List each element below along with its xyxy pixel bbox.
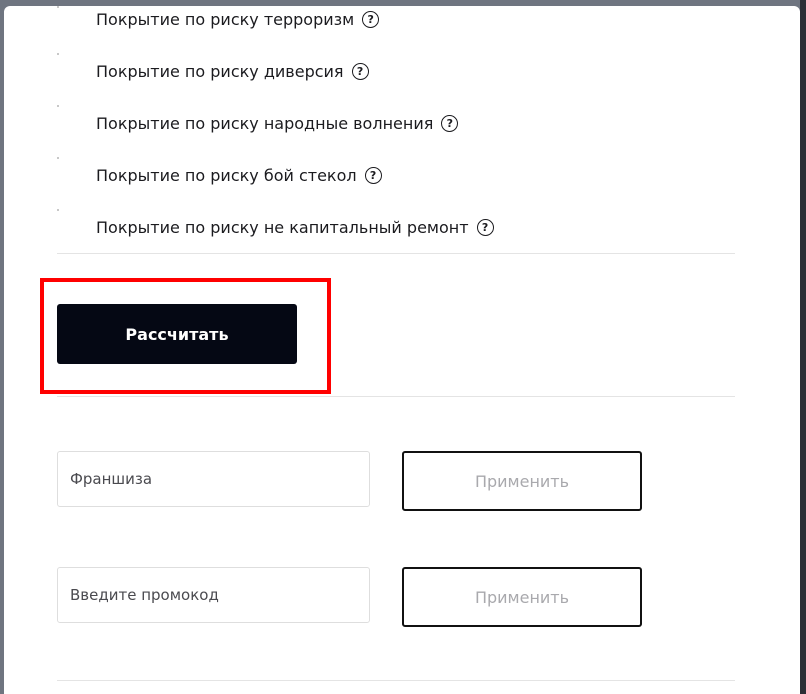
scrollbar[interactable] — [800, 0, 806, 694]
checkbox-marker[interactable] — [57, 209, 59, 211]
option-glass-breakage: Покрытие по риску бой стекол ? — [96, 163, 382, 187]
divider — [57, 396, 735, 397]
checkbox-marker[interactable] — [57, 157, 59, 159]
divider — [57, 680, 735, 681]
checkbox-marker[interactable] — [57, 53, 59, 55]
option-non-capital-repair: Покрытие по риску не капитальный ремонт … — [96, 215, 494, 239]
option-civil-unrest: Покрытие по риску народные волнения ? — [96, 111, 459, 135]
option-label: Покрытие по риску бой стекол — [96, 165, 357, 185]
option-label: Покрытие по риску народные волнения — [96, 113, 434, 133]
option-label: Покрытие по риску не капитальный ремонт — [96, 217, 469, 237]
divider — [57, 253, 735, 254]
calculate-button[interactable]: Рассчитать — [57, 304, 297, 364]
help-icon[interactable]: ? — [351, 62, 369, 80]
promo-code-input[interactable] — [57, 567, 370, 623]
help-icon[interactable]: ? — [362, 10, 380, 28]
option-label: Покрытие по риску диверсия — [96, 61, 344, 81]
checkbox-marker[interactable] — [57, 6, 59, 8]
option-sabotage: Покрытие по риску диверсия ? — [96, 59, 369, 83]
option-terrorism: Покрытие по риску терроризм ? — [96, 7, 380, 31]
franchise-input[interactable] — [57, 451, 370, 507]
apply-promo-button[interactable]: Применить — [402, 567, 642, 627]
help-icon[interactable]: ? — [476, 218, 494, 236]
form-panel: Покрытие по риску терроризм ? Покрытие п… — [4, 6, 800, 694]
option-label: Покрытие по риску терроризм — [96, 9, 355, 29]
help-icon[interactable]: ? — [364, 166, 382, 184]
checkbox-marker[interactable] — [57, 105, 59, 107]
apply-franchise-button[interactable]: Применить — [402, 451, 642, 511]
help-icon[interactable]: ? — [441, 114, 459, 132]
